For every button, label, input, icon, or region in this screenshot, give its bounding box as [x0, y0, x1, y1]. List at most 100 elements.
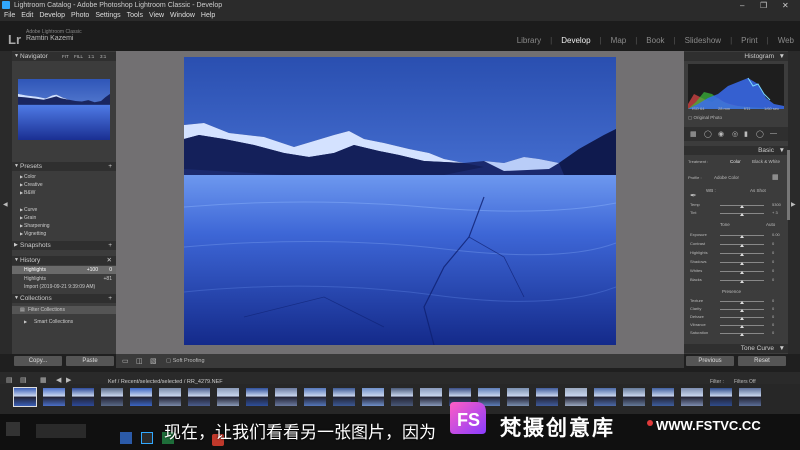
left-panel-edge[interactable]: ◀	[0, 51, 12, 354]
filmstrip-thumbnail[interactable]	[710, 388, 732, 406]
slider-knob[interactable]	[740, 271, 744, 274]
add-preset-icon[interactable]: +	[108, 162, 112, 171]
main-photo[interactable]	[184, 57, 616, 345]
radial-filter-icon[interactable]: ◯	[756, 130, 764, 138]
profile-browser-icon[interactable]: ▦	[772, 173, 779, 181]
collections-header[interactable]: ▼ Collections +	[12, 294, 116, 303]
add-snapshot-icon[interactable]: +	[108, 241, 112, 250]
filmstrip-thumbnail[interactable]	[391, 388, 413, 406]
before-after-icon[interactable]: ◫	[136, 357, 143, 365]
zoom-1to1[interactable]: 1:1	[88, 52, 94, 61]
menu-window[interactable]: Window	[170, 11, 195, 21]
auto-button[interactable]: Auto	[766, 222, 775, 227]
preset-group[interactable]: ▶ Color	[12, 173, 116, 181]
slider-knob[interactable]	[740, 253, 744, 256]
reset-button[interactable]: Reset	[738, 356, 786, 366]
graduated-filter-icon[interactable]: ▮	[744, 130, 748, 138]
crop-icon[interactable]: ◯	[704, 130, 712, 138]
taskbar-search[interactable]	[36, 424, 86, 438]
slider-value[interactable]: 0.00	[772, 232, 780, 237]
history-item[interactable]: Highlights +100 0	[12, 266, 116, 274]
filmstrip-thumbnail[interactable]	[72, 388, 94, 406]
close-icon[interactable]: ✕	[782, 0, 789, 11]
previous-button[interactable]: Previous	[686, 356, 734, 366]
slider-knob[interactable]	[740, 235, 744, 238]
preset-group[interactable]: ▶ B&W	[12, 189, 116, 197]
filmstrip-thumbnail[interactable]	[420, 388, 442, 406]
filmstrip-thumbnail[interactable]	[362, 388, 384, 406]
histogram-header[interactable]: Histogram ▼	[684, 52, 788, 61]
module-slideshow[interactable]: Slideshow	[685, 36, 721, 45]
slider-value[interactable]: 0	[772, 306, 774, 311]
zoom-3to1[interactable]: 3:1	[100, 52, 106, 61]
filmstrip-thumbnail[interactable]	[594, 388, 616, 406]
filmstrip-thumbnail[interactable]	[13, 387, 37, 407]
wb-select[interactable]: As Shot	[750, 188, 766, 193]
presets-header[interactable]: ▼ Presets +	[12, 162, 116, 171]
preset-group[interactable]: ▶ Curve	[12, 206, 116, 214]
slider-value[interactable]: + 3	[772, 210, 778, 215]
filmstrip-thumbnail[interactable]	[43, 388, 65, 406]
navigator-header[interactable]: ▼ Navigator FIT FILL 1:1 3:1	[12, 52, 116, 61]
filmstrip-thumbnail[interactable]	[623, 388, 645, 406]
slider-knob[interactable]	[740, 309, 744, 312]
taskbar-app-icon[interactable]	[120, 432, 132, 444]
clear-history-icon[interactable]: ✕	[107, 256, 112, 265]
filmstrip-thumbnail[interactable]	[159, 388, 181, 406]
zoom-fill[interactable]: FILL	[74, 52, 83, 61]
filmstrip-thumbnail[interactable]	[304, 388, 326, 406]
slider-knob[interactable]	[740, 317, 744, 320]
slider-value[interactable]: 0	[772, 314, 774, 319]
slider-knob[interactable]	[740, 244, 744, 247]
minimize-icon[interactable]: –	[740, 0, 744, 11]
treatment-bw[interactable]: Black & White	[752, 159, 780, 164]
menu-settings[interactable]: Settings	[95, 11, 120, 21]
spot-removal-icon[interactable]: ◉	[718, 130, 724, 138]
basic-header[interactable]: Basic ▼	[684, 146, 788, 155]
preset-group[interactable]: ▶ Vignetting	[12, 230, 116, 238]
tonecurve-header[interactable]: Tone Curve ▼	[684, 344, 788, 353]
collection-item[interactable]: ▤ Filter Collections	[12, 306, 116, 314]
filmstrip-thumbnail[interactable]	[565, 388, 587, 406]
start-icon[interactable]	[6, 422, 20, 436]
loupe-view-icon[interactable]: ▭	[122, 357, 129, 365]
menu-photo[interactable]: Photo	[71, 11, 89, 21]
slider-knob[interactable]	[740, 205, 744, 208]
filmstrip-thumbnail[interactable]	[217, 388, 239, 406]
slider-knob[interactable]	[740, 301, 744, 304]
slider-value[interactable]: 0	[772, 330, 774, 335]
paste-button[interactable]: Paste	[66, 356, 114, 366]
module-develop[interactable]: Develop	[561, 36, 590, 45]
preset-group[interactable]: ▶ Creative	[12, 181, 116, 189]
soft-proofing-checkbox[interactable]: ▢ Soft Proofing	[166, 358, 205, 364]
menu-edit[interactable]: Edit	[21, 11, 33, 21]
history-item[interactable]: Highlights +81	[12, 275, 116, 283]
before-after-split-icon[interactable]: ▧	[150, 357, 157, 365]
filmstrip-thumbnail[interactable]	[188, 388, 210, 406]
filmstrip-thumbnail[interactable]	[101, 388, 123, 406]
histogram-graph[interactable]	[688, 64, 784, 109]
zoom-fit[interactable]: FIT	[62, 52, 69, 61]
navigator-preview[interactable]	[18, 79, 110, 140]
menu-tools[interactable]: Tools	[127, 11, 143, 21]
filmstrip-thumbnail[interactable]	[681, 388, 703, 406]
eyedropper-icon[interactable]: ✒	[690, 191, 697, 200]
right-panel-scrollbar[interactable]	[787, 150, 790, 220]
slider-knob[interactable]	[740, 262, 744, 265]
menu-file[interactable]: File	[4, 11, 15, 21]
copy-button[interactable]: Copy...	[14, 356, 62, 366]
taskbar-lightroom-icon[interactable]	[141, 432, 153, 444]
add-collection-icon[interactable]: +	[108, 294, 112, 303]
slider-value[interactable]: 0	[772, 277, 774, 282]
collection-item[interactable]: ▶ Smart Collections	[12, 318, 116, 326]
module-map[interactable]: Map	[611, 36, 627, 45]
grid-icon[interactable]: ▦	[690, 130, 697, 138]
filmstrip-thumbnail[interactable]	[246, 388, 268, 406]
menu-help[interactable]: Help	[201, 11, 215, 21]
slider-value[interactable]: 0	[772, 241, 774, 246]
slider-knob[interactable]	[740, 213, 744, 216]
slider-knob[interactable]	[740, 325, 744, 328]
module-library[interactable]: Library	[517, 36, 541, 45]
original-photo-checkbox[interactable]: ▢ Original Photo	[688, 115, 722, 121]
filmstrip-thumbnail[interactable]	[130, 388, 152, 406]
